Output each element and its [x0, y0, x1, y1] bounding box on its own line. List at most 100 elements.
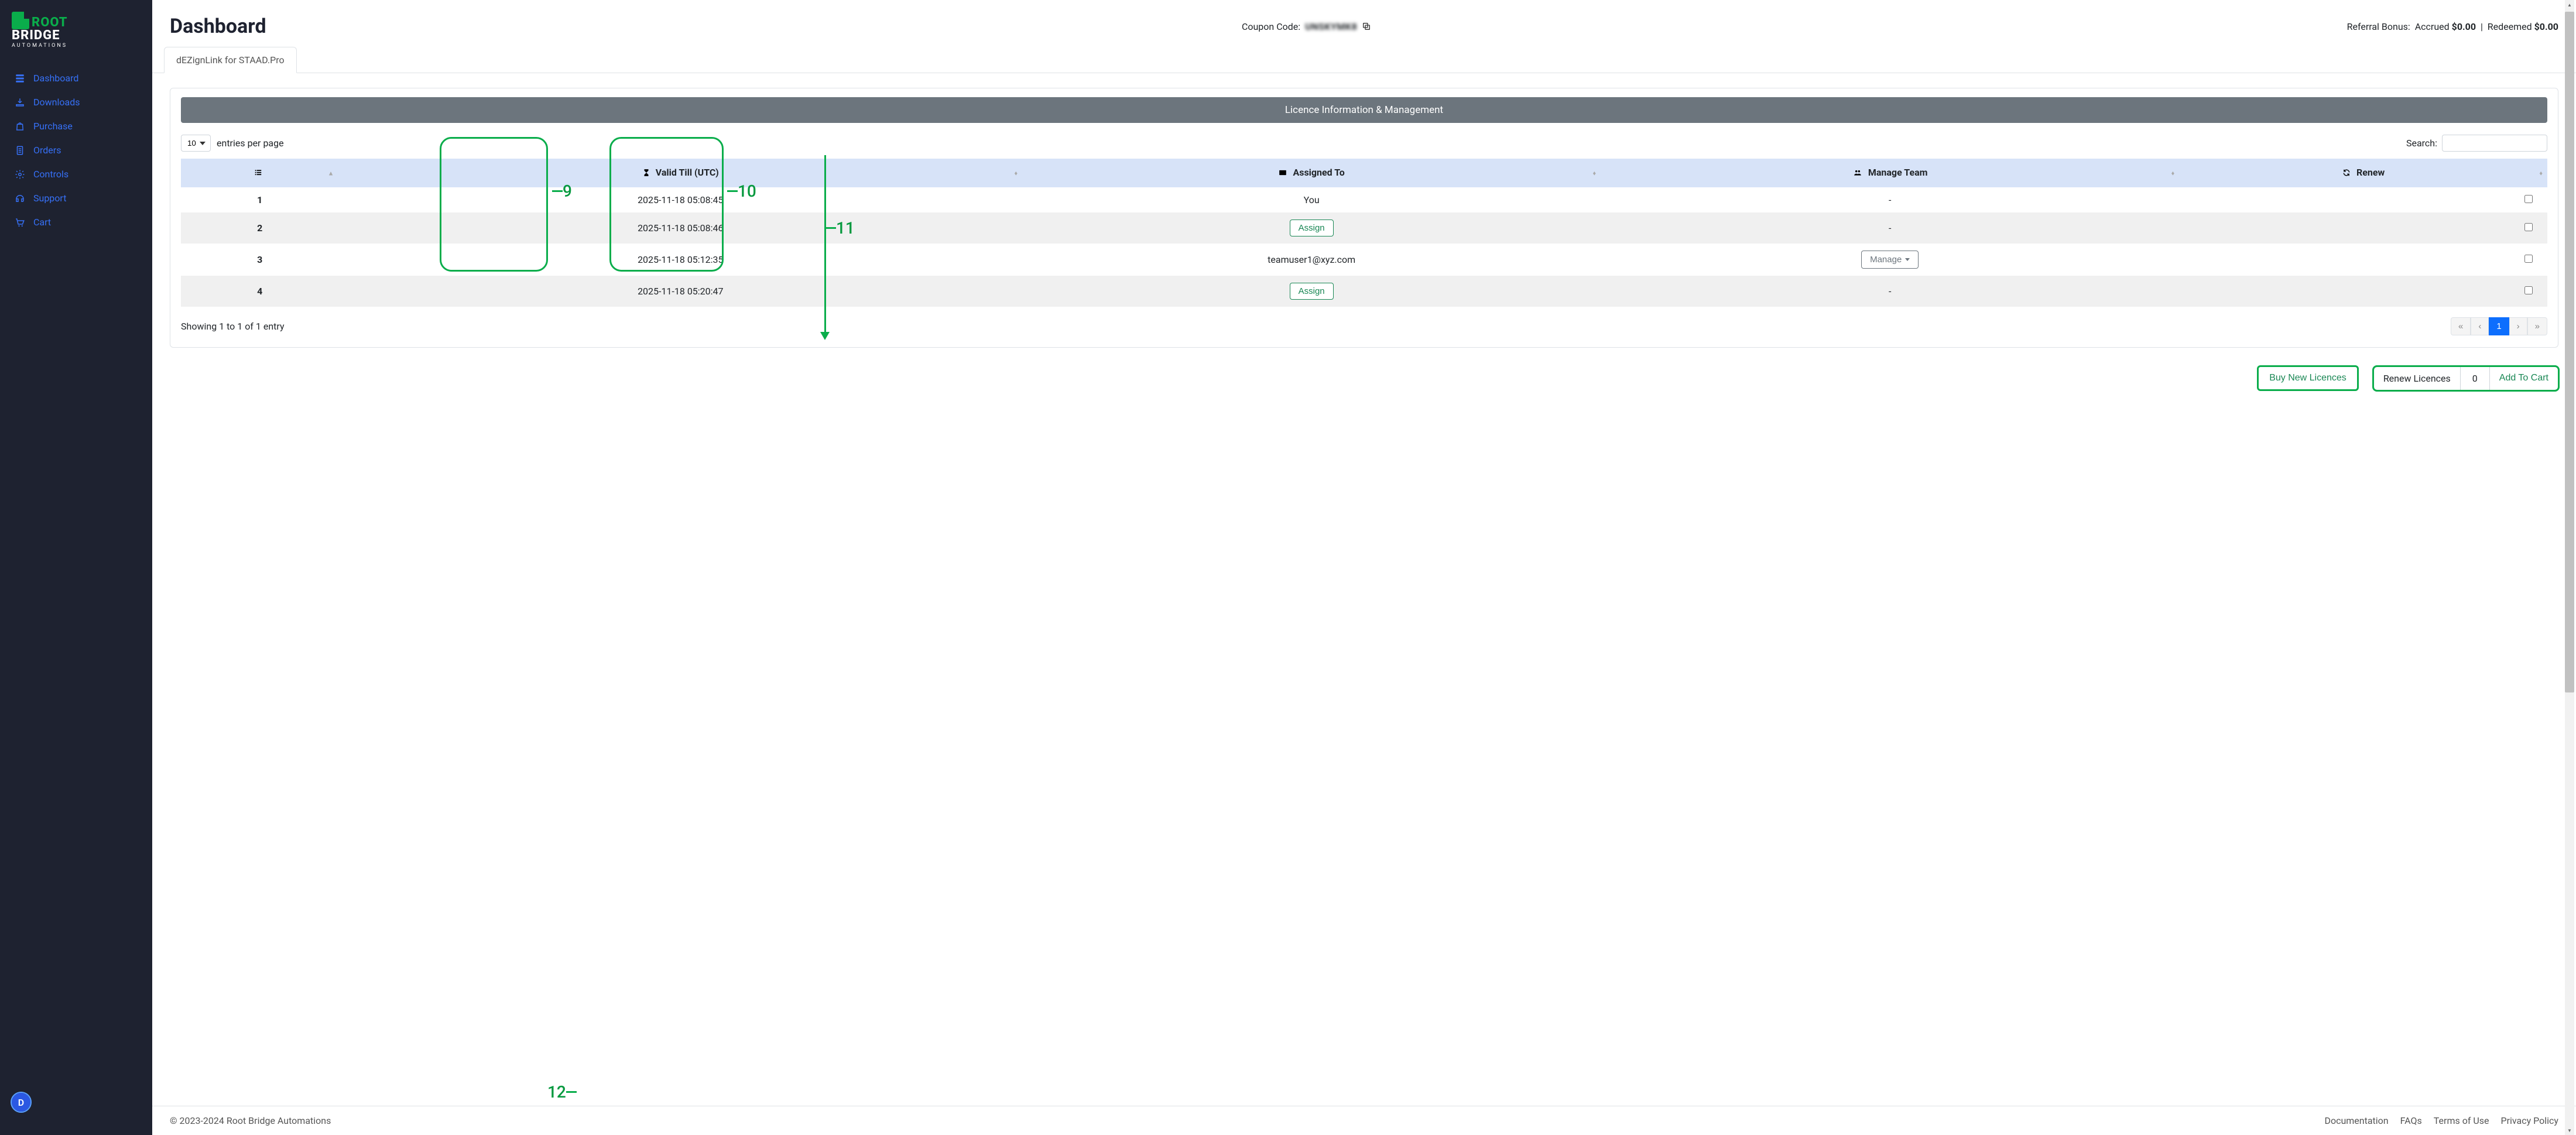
sidebar-item-support[interactable]: Support — [0, 186, 152, 210]
cell-index: 3 — [181, 244, 338, 276]
sidebar-item-downloads[interactable]: Downloads — [0, 90, 152, 114]
coupon-label: Coupon Code: — [1242, 21, 1300, 32]
chevron-down-icon — [1905, 258, 1910, 261]
cell-valid-till: 2025-11-18 05:12:35 — [338, 244, 1022, 276]
col-assigned-to[interactable]: Assigned To ♦ — [1022, 159, 1601, 187]
cell-manage-team: - — [1601, 212, 2179, 244]
sidebar-item-purchase[interactable]: Purchase — [0, 114, 152, 138]
cell-assigned-to: You — [1022, 187, 1601, 212]
sidebar-item-orders[interactable]: Orders — [0, 138, 152, 162]
card-title: Licence Information & Management — [181, 97, 2547, 123]
assign-button[interactable]: Assign — [1290, 283, 1334, 300]
col-index[interactable]: ▲ — [181, 159, 338, 187]
table-row: 32025-11-18 05:12:35teamuser1@xyz.com Man… — [181, 244, 2547, 276]
scroll-down-icon[interactable]: ▼ — [2565, 1126, 2574, 1135]
table-row: 12025-11-18 05:08:45You- — [181, 187, 2547, 212]
brand-word-bridge: BRIDGE — [12, 29, 141, 42]
cell-valid-till: 2025-11-18 05:20:47 — [338, 276, 1022, 307]
sidebar: ROOT BRIDGE AUTOMATIONS Dashboard Downlo… — [0, 0, 152, 1135]
cell-manage-team: - — [1601, 187, 2179, 212]
scroll-up-icon[interactable]: ▲ — [2565, 0, 2574, 9]
sidebar-item-dashboard[interactable]: Dashboard — [0, 66, 152, 90]
sidebar-item-cart[interactable]: Cart — [0, 210, 152, 234]
search-label: Search: — [2406, 138, 2437, 149]
tab-dezignlink[interactable]: dEZignLink for STAAD.Pro — [164, 47, 297, 73]
vertical-scrollbar[interactable]: ▲ ▼ — [2565, 0, 2574, 1135]
cell-renew — [2179, 276, 2547, 307]
cell-assigned-to: teamuser1@xyz.com — [1022, 244, 1601, 276]
coupon-code: UNSKYMK8 — [1305, 21, 1357, 32]
cell-renew — [2179, 212, 2547, 244]
footer-copyright: © 2023-2024 Root Bridge Automations — [170, 1115, 331, 1126]
renew-checkbox[interactable] — [2524, 255, 2533, 263]
cell-index: 1 — [181, 187, 338, 212]
brand-logo: ROOT BRIDGE AUTOMATIONS — [0, 12, 152, 60]
sidebar-item-label: Purchase — [33, 121, 73, 132]
page-title: Dashboard — [170, 15, 266, 38]
renew-count: 0 — [2461, 367, 2490, 390]
renew-checkbox[interactable] — [2524, 286, 2533, 294]
hourglass-icon — [642, 168, 650, 179]
sort-up-icon: ▲ — [328, 169, 334, 177]
sort-icon: ♦ — [2171, 169, 2175, 177]
sidebar-item-label: Orders — [33, 145, 61, 156]
copy-icon[interactable] — [1362, 22, 1371, 31]
renew-licences-group: Renew Licences 0 Add To Cart — [2373, 366, 2558, 390]
table-row: 42025-11-18 05:20:47 Assign - — [181, 276, 2547, 307]
user-avatar[interactable]: D — [12, 1093, 30, 1112]
sidebar-item-label: Support — [33, 193, 66, 204]
col-renew[interactable]: Renew ♦ — [2179, 159, 2547, 187]
footer-link-terms[interactable]: Terms of Use — [2434, 1115, 2489, 1126]
buy-new-licences-button[interactable]: Buy New Licences — [2257, 365, 2359, 391]
pagination: « ‹ 1 › » — [2451, 317, 2547, 335]
gear-icon — [15, 169, 25, 180]
cell-manage-team: - — [1601, 276, 2179, 307]
page-1[interactable]: 1 — [2489, 317, 2509, 335]
renew-label: Renew Licences — [2374, 367, 2461, 390]
sort-icon: ♦ — [2539, 169, 2543, 177]
page-last[interactable]: » — [2527, 317, 2547, 335]
headset-icon — [15, 193, 25, 204]
cell-renew — [2179, 187, 2547, 212]
licence-table: ▲ Valid Till (UTC) ♦ Assigned To ♦ — [181, 159, 2547, 307]
annotation-label-12: 12 — [547, 1082, 577, 1102]
cart-icon — [15, 217, 25, 228]
showing-text: Showing 1 to 1 of 1 entry — [181, 321, 285, 332]
renew-checkbox[interactable] — [2524, 223, 2533, 231]
dashboard-icon — [15, 73, 25, 84]
cell-assigned-to: Assign — [1022, 212, 1601, 244]
brand-word-auto: AUTOMATIONS — [12, 43, 141, 49]
coupon-display: Coupon Code: UNSKYMK8 — [1242, 21, 1371, 32]
footer-link-privacy[interactable]: Privacy Policy — [2501, 1115, 2559, 1126]
col-manage-team[interactable]: Manage Team ♦ — [1601, 159, 2179, 187]
download-icon — [15, 97, 25, 108]
brand-mark-icon — [12, 12, 29, 29]
sidebar-item-controls[interactable]: Controls — [0, 162, 152, 186]
add-to-cart-button[interactable]: Add To Cart — [2490, 367, 2558, 389]
cell-assigned-to: Assign — [1022, 276, 1601, 307]
sidebar-item-label: Cart — [33, 217, 51, 228]
cell-valid-till: 2025-11-18 05:08:45 — [338, 187, 1022, 212]
page-prev[interactable]: ‹ — [2471, 317, 2489, 335]
footer-link-documentation[interactable]: Documentation — [2324, 1115, 2388, 1126]
main-content: Dashboard Coupon Code: UNSKYMK8 Referral… — [152, 0, 2576, 1135]
scrollbar-thumb[interactable] — [2565, 12, 2574, 692]
page-next[interactable]: › — [2509, 317, 2527, 335]
assign-button[interactable]: Assign — [1290, 220, 1334, 236]
entries-select[interactable]: 10 — [181, 135, 211, 152]
renew-checkbox[interactable] — [2524, 195, 2533, 203]
page-first[interactable]: « — [2451, 317, 2471, 335]
cell-manage-team: Manage — [1601, 244, 2179, 276]
cell-index: 4 — [181, 276, 338, 307]
search-input[interactable] — [2442, 135, 2547, 152]
footer-link-faqs[interactable]: FAQs — [2400, 1115, 2422, 1126]
cell-renew — [2179, 244, 2547, 276]
manage-team-button[interactable]: Manage — [1861, 251, 1919, 269]
sidebar-item-label: Downloads — [33, 97, 80, 108]
clipboard-icon — [15, 145, 25, 156]
sort-icon: ♦ — [1593, 169, 1597, 177]
sidebar-item-label: Dashboard — [33, 73, 78, 84]
refresh-icon — [2342, 168, 2351, 179]
brand-word-root: ROOT — [32, 16, 68, 29]
col-valid-till[interactable]: Valid Till (UTC) ♦ — [338, 159, 1022, 187]
